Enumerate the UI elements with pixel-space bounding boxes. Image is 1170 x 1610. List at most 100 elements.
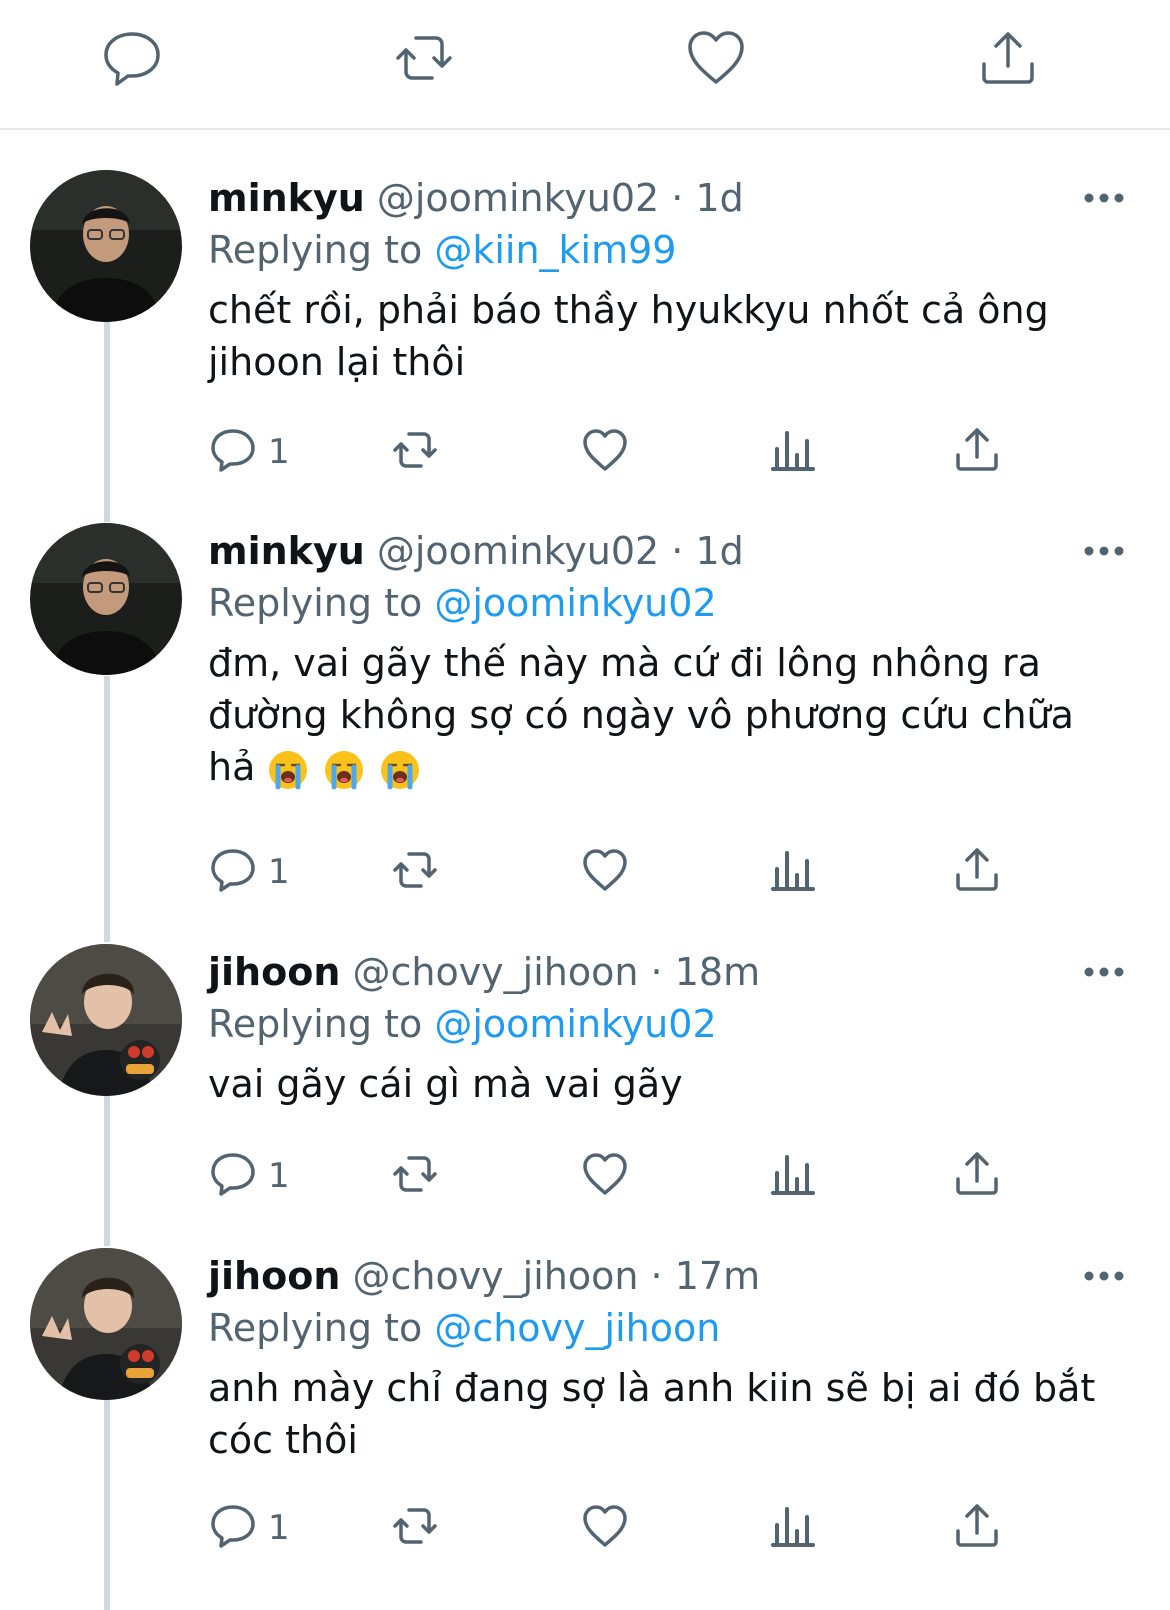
analytics-icon	[768, 845, 818, 899]
analytics-button[interactable]	[768, 844, 818, 900]
tweet-text: chết rồi, phải báo thầy hyukkyu nhốt cả …	[208, 284, 1128, 388]
user-handle[interactable]: @chovy_jihoon	[352, 950, 638, 994]
replying-to: Replying to @chovy_jihoon	[208, 1300, 720, 1356]
share-button[interactable]	[952, 1148, 1002, 1204]
avatar[interactable]	[30, 523, 182, 675]
more-options-icon[interactable]	[1082, 537, 1126, 565]
analytics-icon	[768, 425, 818, 479]
reply-icon	[208, 425, 258, 479]
share-button[interactable]	[952, 844, 1002, 900]
analytics-button[interactable]	[768, 1148, 818, 1204]
separator-dot: ·	[650, 950, 663, 994]
reply-count: 1	[268, 432, 290, 472]
reply-count: 1	[268, 1156, 290, 1196]
tweet-header: minkyu @joominkyu02 · 1d	[208, 170, 744, 226]
user-handle[interactable]: @joominkyu02	[377, 176, 659, 220]
timestamp[interactable]: 1d	[695, 176, 743, 220]
share-icon[interactable]	[976, 26, 1040, 90]
timestamp[interactable]: 1d	[695, 529, 743, 573]
tweet-text: anh mày chỉ đang sợ là anh kiin sẽ bị ai…	[208, 1362, 1128, 1466]
timestamp[interactable]: 18m	[675, 950, 760, 994]
user-handle[interactable]: @chovy_jihoon	[352, 1254, 638, 1298]
more-options-icon[interactable]	[1082, 958, 1126, 986]
mention-link[interactable]: @chovy_jihoon	[434, 1306, 720, 1350]
tweet-header: jihoon @chovy_jihoon · 17m	[208, 1248, 760, 1304]
separator-dot: ·	[671, 176, 684, 220]
replying-to-label: Replying to	[208, 1306, 423, 1350]
tweet-actions: 1	[208, 1500, 1048, 1556]
avatar[interactable]	[30, 944, 182, 1096]
analytics-button[interactable]	[768, 424, 818, 480]
mention-link[interactable]: @joominkyu02	[434, 581, 716, 625]
reply-icon[interactable]	[100, 26, 164, 90]
loudly-crying-face-icon	[269, 750, 308, 789]
more-options-icon[interactable]	[1082, 1262, 1126, 1290]
mention-link[interactable]: @kiin_kim99	[434, 228, 676, 272]
reply-button[interactable]: 1	[208, 1148, 290, 1204]
like-button[interactable]	[580, 424, 630, 480]
replying-to: Replying to @kiin_kim99	[208, 222, 676, 278]
tweet-actions: 1	[208, 1148, 1048, 1204]
user-handle[interactable]: @joominkyu02	[377, 529, 659, 573]
tweet-text-content: chết rồi, phải báo thầy hyukkyu nhốt cả …	[208, 288, 1049, 384]
reply-icon	[208, 845, 258, 899]
display-name[interactable]: minkyu	[208, 529, 365, 573]
reply-icon	[208, 1149, 258, 1203]
avatar[interactable]	[30, 1248, 182, 1400]
tweet[interactable]: jihoon @chovy_jihoon · 18m Replying to @j…	[0, 944, 1170, 1208]
tweet[interactable]: jihoon @chovy_jihoon · 17m Replying to @c…	[0, 1248, 1170, 1560]
retweet-icon	[390, 1149, 440, 1203]
display-name[interactable]: minkyu	[208, 176, 365, 220]
replying-to: Replying to @joominkyu02	[208, 996, 717, 1052]
mention-link[interactable]: @joominkyu02	[434, 1002, 716, 1046]
share-button[interactable]	[952, 1500, 1002, 1556]
retweet-icon	[390, 1501, 440, 1555]
like-icon	[580, 1149, 630, 1203]
display-name[interactable]: jihoon	[208, 1254, 340, 1298]
tweet[interactable]: minkyu @joominkyu02 · 1d Replying to @joo…	[0, 523, 1170, 904]
tweet-header: minkyu @joominkyu02 · 1d	[208, 523, 744, 579]
reply-button[interactable]: 1	[208, 424, 290, 480]
like-icon	[580, 1501, 630, 1555]
separator-dot: ·	[650, 1254, 663, 1298]
retweet-button[interactable]	[390, 1500, 440, 1556]
loudly-crying-face-icon	[381, 750, 420, 789]
avatar[interactable]	[30, 170, 182, 322]
replying-to-label: Replying to	[208, 1002, 423, 1046]
retweet-icon	[390, 425, 440, 479]
more-options-icon[interactable]	[1082, 184, 1126, 212]
share-icon	[952, 425, 1002, 479]
like-button[interactable]	[580, 844, 630, 900]
like-button[interactable]	[580, 1500, 630, 1556]
share-icon	[952, 1149, 1002, 1203]
reply-button[interactable]: 1	[208, 844, 290, 900]
tweet-text: vai gãy cái gì mà vai gãy	[208, 1058, 1128, 1110]
share-icon	[952, 845, 1002, 899]
top-action-bar	[0, 0, 1170, 130]
retweet-icon	[390, 845, 440, 899]
reply-button[interactable]: 1	[208, 1500, 290, 1556]
replying-to-label: Replying to	[208, 228, 423, 272]
tweet-actions: 1	[208, 844, 1048, 900]
timestamp[interactable]: 17m	[675, 1254, 760, 1298]
replying-to: Replying to @joominkyu02	[208, 575, 717, 631]
tweet-actions: 1	[208, 424, 1048, 480]
tweet-header: jihoon @chovy_jihoon · 18m	[208, 944, 760, 1000]
display-name[interactable]: jihoon	[208, 950, 340, 994]
analytics-button[interactable]	[768, 1500, 818, 1556]
like-button[interactable]	[580, 1148, 630, 1204]
retweet-button[interactable]	[390, 424, 440, 480]
emoji-group	[267, 749, 421, 791]
share-button[interactable]	[952, 424, 1002, 480]
replying-to-label: Replying to	[208, 581, 423, 625]
retweet-button[interactable]	[390, 844, 440, 900]
retweet-icon[interactable]	[392, 26, 456, 90]
share-icon	[952, 1501, 1002, 1555]
tweet-text-content: vai gãy cái gì mà vai gãy	[208, 1062, 683, 1106]
like-icon[interactable]	[684, 26, 748, 90]
reply-count: 1	[268, 1508, 290, 1548]
tweet[interactable]: minkyu @joominkyu02 · 1d Replying to @kii…	[0, 170, 1170, 484]
reply-count: 1	[268, 852, 290, 892]
retweet-button[interactable]	[390, 1148, 440, 1204]
like-icon	[580, 845, 630, 899]
